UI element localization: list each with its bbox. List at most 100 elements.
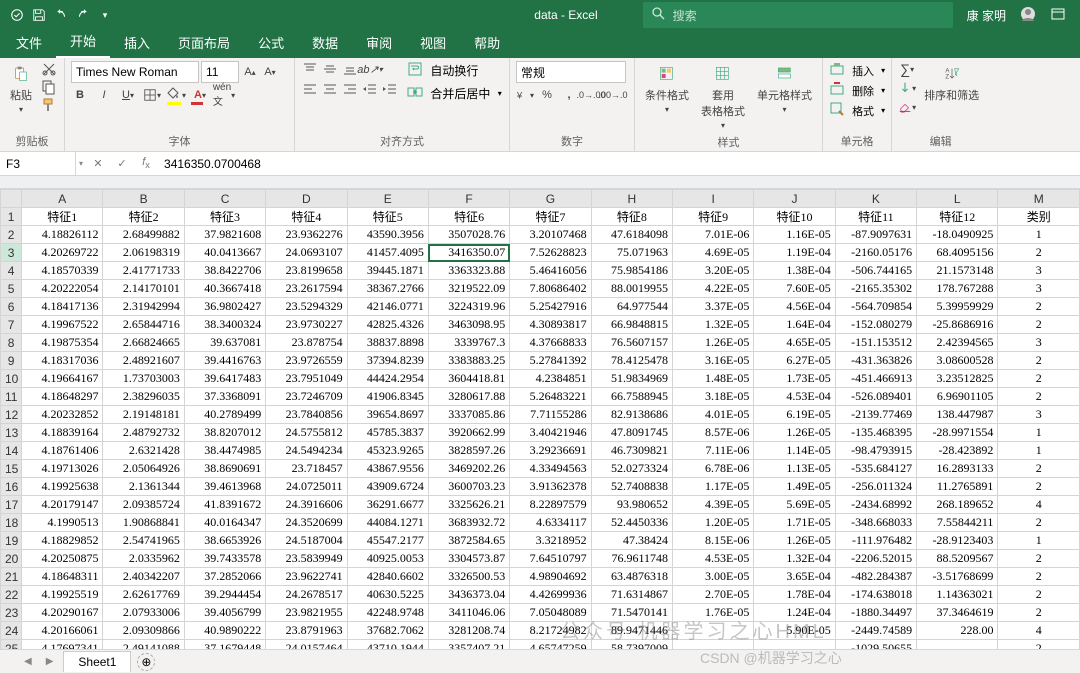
data-cell[interactable]: 3463098.95 [428, 316, 509, 334]
data-cell[interactable]: 46.7309821 [591, 442, 672, 460]
data-cell[interactable]: 24.0693107 [266, 244, 347, 262]
data-cell[interactable]: 39.7433578 [184, 550, 265, 568]
data-cell[interactable]: 4.20269722 [22, 244, 103, 262]
format-painter-icon[interactable] [40, 97, 58, 113]
data-cell[interactable]: 23.878754 [266, 334, 347, 352]
qat-dropdown-icon[interactable]: ▾ [98, 8, 112, 22]
column-header[interactable]: A [22, 190, 103, 208]
data-cell[interactable]: 23.7840856 [266, 406, 347, 424]
data-cell[interactable]: -98.4793915 [835, 442, 916, 460]
data-cell[interactable]: 5.90E-05 [754, 622, 835, 640]
column-header[interactable]: B [103, 190, 184, 208]
data-cell[interactable]: 37.3368091 [184, 388, 265, 406]
data-cell[interactable]: 23.5294329 [266, 298, 347, 316]
data-cell[interactable]: 4.20232852 [22, 406, 103, 424]
grid-area[interactable]: ABCDEFGHIJKLM1特征1特征2特征3特征4特征5特征6特征7特征8特征… [0, 189, 1080, 658]
data-cell[interactable]: 3337085.86 [428, 406, 509, 424]
data-cell[interactable]: 37394.8239 [347, 352, 428, 370]
increase-indent-icon[interactable] [381, 81, 399, 97]
data-cell[interactable]: 38.3400324 [184, 316, 265, 334]
data-cell[interactable]: 178.767288 [917, 280, 998, 298]
data-cell[interactable]: 47.8091745 [591, 424, 672, 442]
data-cell[interactable]: -564.709854 [835, 298, 916, 316]
data-cell[interactable]: 2 [998, 370, 1080, 388]
data-cell[interactable]: 2.31942994 [103, 298, 184, 316]
select-all-cell[interactable] [1, 190, 22, 208]
data-cell[interactable]: -25.8686916 [917, 316, 998, 334]
data-cell[interactable]: 52.0273324 [591, 460, 672, 478]
row-header[interactable]: 6 [1, 298, 22, 316]
format-as-table-button[interactable]: 套用 表格格式▾ [697, 61, 749, 132]
data-cell[interactable]: 23.7246709 [266, 388, 347, 406]
data-cell[interactable]: 4.33494563 [510, 460, 591, 478]
data-cell[interactable]: 3325626.21 [428, 496, 509, 514]
data-cell[interactable]: 8.57E-06 [673, 424, 754, 442]
data-cell[interactable]: 3281208.74 [428, 622, 509, 640]
data-cell[interactable]: 3326500.53 [428, 568, 509, 586]
data-cell[interactable]: 3416350.07 [428, 244, 509, 262]
data-cell[interactable]: 2.06198319 [103, 244, 184, 262]
data-cell[interactable]: 23.2617594 [266, 280, 347, 298]
data-cell[interactable]: 37682.7062 [347, 622, 428, 640]
fill-icon[interactable]: ▾ [898, 80, 916, 96]
data-cell[interactable]: 8.21724982 [510, 622, 591, 640]
column-header[interactable]: C [184, 190, 265, 208]
header-cell[interactable]: 特征10 [754, 208, 835, 226]
data-cell[interactable]: 4.18648297 [22, 388, 103, 406]
align-left-icon[interactable] [301, 81, 319, 97]
namebox-dropdown-icon[interactable]: ▾ [76, 159, 86, 168]
data-cell[interactable]: 5.25427916 [510, 298, 591, 316]
increase-font-icon[interactable]: A▴ [241, 64, 259, 80]
data-cell[interactable]: -87.9097631 [835, 226, 916, 244]
data-cell[interactable]: 3280617.88 [428, 388, 509, 406]
data-cell[interactable]: 1.32E-05 [673, 316, 754, 334]
data-cell[interactable]: 2.6321428 [103, 442, 184, 460]
row-header[interactable]: 24 [1, 622, 22, 640]
data-cell[interactable]: 1.76E-05 [673, 604, 754, 622]
data-cell[interactable]: 6.96901105 [917, 388, 998, 406]
header-cell[interactable]: 特征11 [835, 208, 916, 226]
data-cell[interactable]: 66.9848815 [591, 316, 672, 334]
data-cell[interactable]: 3 [998, 280, 1080, 298]
data-cell[interactable]: 4.53E-05 [673, 550, 754, 568]
row-header[interactable]: 11 [1, 388, 22, 406]
data-cell[interactable]: 4.20290167 [22, 604, 103, 622]
data-cell[interactable]: 24.5494234 [266, 442, 347, 460]
bold-icon[interactable]: B [71, 87, 89, 103]
data-cell[interactable]: 82.9138686 [591, 406, 672, 424]
decrease-decimal-icon[interactable]: .00→.0 [604, 87, 622, 103]
data-cell[interactable]: 4.20179147 [22, 496, 103, 514]
data-cell[interactable]: 4.20166061 [22, 622, 103, 640]
row-header[interactable]: 10 [1, 370, 22, 388]
data-cell[interactable]: 3.16E-05 [673, 352, 754, 370]
data-cell[interactable]: 40.0164347 [184, 514, 265, 532]
data-cell[interactable]: 37.2852066 [184, 568, 265, 586]
data-cell[interactable]: 39.2944454 [184, 586, 265, 604]
data-cell[interactable]: 3600703.23 [428, 478, 509, 496]
data-cell[interactable]: -451.466913 [835, 370, 916, 388]
data-cell[interactable]: -28.423892 [917, 442, 998, 460]
data-cell[interactable]: 1.26E-05 [754, 424, 835, 442]
data-cell[interactable]: 3.29236691 [510, 442, 591, 460]
data-cell[interactable]: 23.9726559 [266, 352, 347, 370]
data-cell[interactable]: 6.27E-05 [754, 352, 835, 370]
data-cell[interactable]: 23.9362276 [266, 226, 347, 244]
data-cell[interactable]: 37.3464619 [917, 604, 998, 622]
sheet-nav-prev-icon[interactable]: ◀ [20, 656, 36, 667]
data-cell[interactable]: 1.24E-04 [754, 604, 835, 622]
header-cell[interactable]: 特征5 [347, 208, 428, 226]
data-cell[interactable]: 2 [998, 298, 1080, 316]
border-icon[interactable]: ▾ [143, 87, 161, 103]
data-cell[interactable]: 4 [998, 622, 1080, 640]
data-cell[interactable]: 23.9821955 [266, 604, 347, 622]
data-cell[interactable] [673, 622, 754, 640]
header-cell[interactable]: 特征6 [428, 208, 509, 226]
data-cell[interactable]: 1.48E-05 [673, 370, 754, 388]
data-cell[interactable]: 39.4613968 [184, 478, 265, 496]
data-cell[interactable]: 228.00 [917, 622, 998, 640]
data-cell[interactable]: 3.20E-05 [673, 262, 754, 280]
data-cell[interactable]: 2 [998, 478, 1080, 496]
data-cell[interactable]: 268.189652 [917, 496, 998, 514]
data-cell[interactable]: -2434.68992 [835, 496, 916, 514]
data-cell[interactable]: 40.9890222 [184, 622, 265, 640]
